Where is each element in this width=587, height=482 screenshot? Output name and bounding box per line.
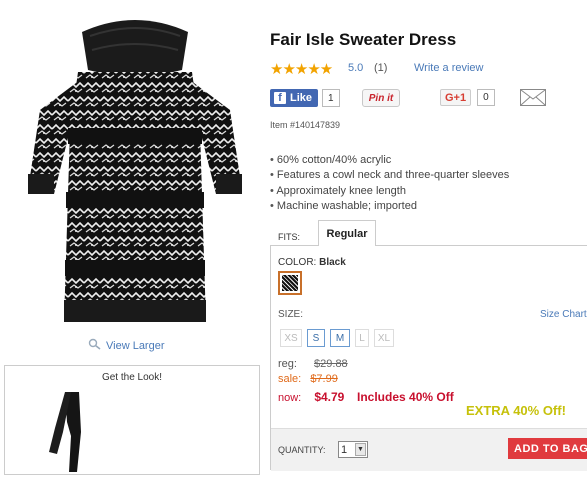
facebook-like-count: 1: [322, 89, 340, 107]
feature-list: 60% cotton/40% acrylic Features a cowl n…: [270, 153, 509, 214]
color-value: Black: [319, 257, 346, 268]
pinterest-button[interactable]: Pin it: [362, 89, 400, 107]
now-price-row: now: $4.79: [278, 390, 344, 404]
write-review-link[interactable]: Write a review: [414, 62, 483, 74]
google-plus-count: 0: [477, 89, 495, 106]
color-label-text: COLOR:: [278, 257, 317, 268]
tab-regular[interactable]: Regular: [318, 220, 376, 246]
chevron-down-icon: ▼: [355, 443, 366, 456]
facebook-icon: f: [274, 92, 286, 104]
sale-price-label: sale:: [278, 373, 302, 385]
feature-item: 60% cotton/40% acrylic: [270, 153, 509, 168]
color-swatch-black[interactable]: [278, 271, 302, 295]
google-plus-button[interactable]: G+1: [440, 89, 472, 106]
now-price: $4.79: [314, 390, 345, 404]
magnifier-icon: [88, 338, 102, 353]
size-option-l: L: [355, 329, 369, 347]
feature-item: Approximately knee length: [270, 184, 509, 199]
quantity-label: QUANTITY:: [278, 445, 326, 455]
leggings-thumbnail[interactable]: [43, 392, 93, 474]
sale-price-row: sale: $7.99: [278, 373, 338, 385]
discount-note: Includes 40% Off: [357, 390, 454, 404]
product-image[interactable]: [20, 10, 250, 330]
color-label: COLOR: Black: [278, 257, 346, 268]
facebook-like-button[interactable]: f Like: [270, 89, 319, 107]
view-larger-link[interactable]: View Larger: [88, 338, 165, 353]
size-option-m[interactable]: M: [330, 329, 350, 347]
sale-price: $7.99: [310, 373, 338, 385]
quantity-value: 1: [341, 443, 348, 456]
item-number: Item #140147839: [270, 120, 341, 130]
review-count: (1): [374, 62, 388, 74]
size-option-s[interactable]: S: [307, 329, 325, 347]
facebook-like-label: Like: [290, 92, 313, 104]
get-the-look-title: Get the Look!: [101, 372, 163, 383]
fits-label: FITS:: [278, 232, 300, 242]
get-the-look-panel: Get the Look!: [4, 365, 260, 475]
size-label: SIZE:: [278, 309, 304, 320]
size-option-xs: XS: [280, 329, 302, 347]
size-selector: XS S M L XL: [280, 329, 394, 347]
rating-value: 5.0: [348, 62, 364, 74]
add-to-bag-button[interactable]: ADD TO BAG: [508, 438, 587, 459]
regular-price: $29.88: [314, 358, 348, 370]
google-plus-one[interactable]: G+1 0: [440, 89, 495, 106]
facebook-like[interactable]: f Like 1: [270, 89, 340, 107]
now-price-label: now:: [278, 392, 302, 404]
view-larger-label: View Larger: [106, 339, 165, 352]
feature-item: Machine washable; imported: [270, 199, 509, 214]
mail-icon[interactable]: [520, 89, 546, 106]
quantity-select[interactable]: 1 ▼: [338, 441, 368, 458]
size-chart-link[interactable]: Size Chart: [540, 309, 587, 320]
extra-off-badge: EXTRA 40% Off!: [466, 403, 566, 418]
swatch-pattern: [282, 275, 298, 291]
regular-price-row: reg: $29.88: [278, 358, 348, 370]
rating-stars[interactable]: ★★★★★: [270, 60, 333, 78]
feature-item: Features a cowl neck and three-quarter s…: [270, 168, 509, 183]
size-option-xl: XL: [374, 329, 394, 347]
regular-price-label: reg:: [278, 358, 297, 370]
product-title: Fair Isle Sweater Dress: [270, 30, 457, 49]
